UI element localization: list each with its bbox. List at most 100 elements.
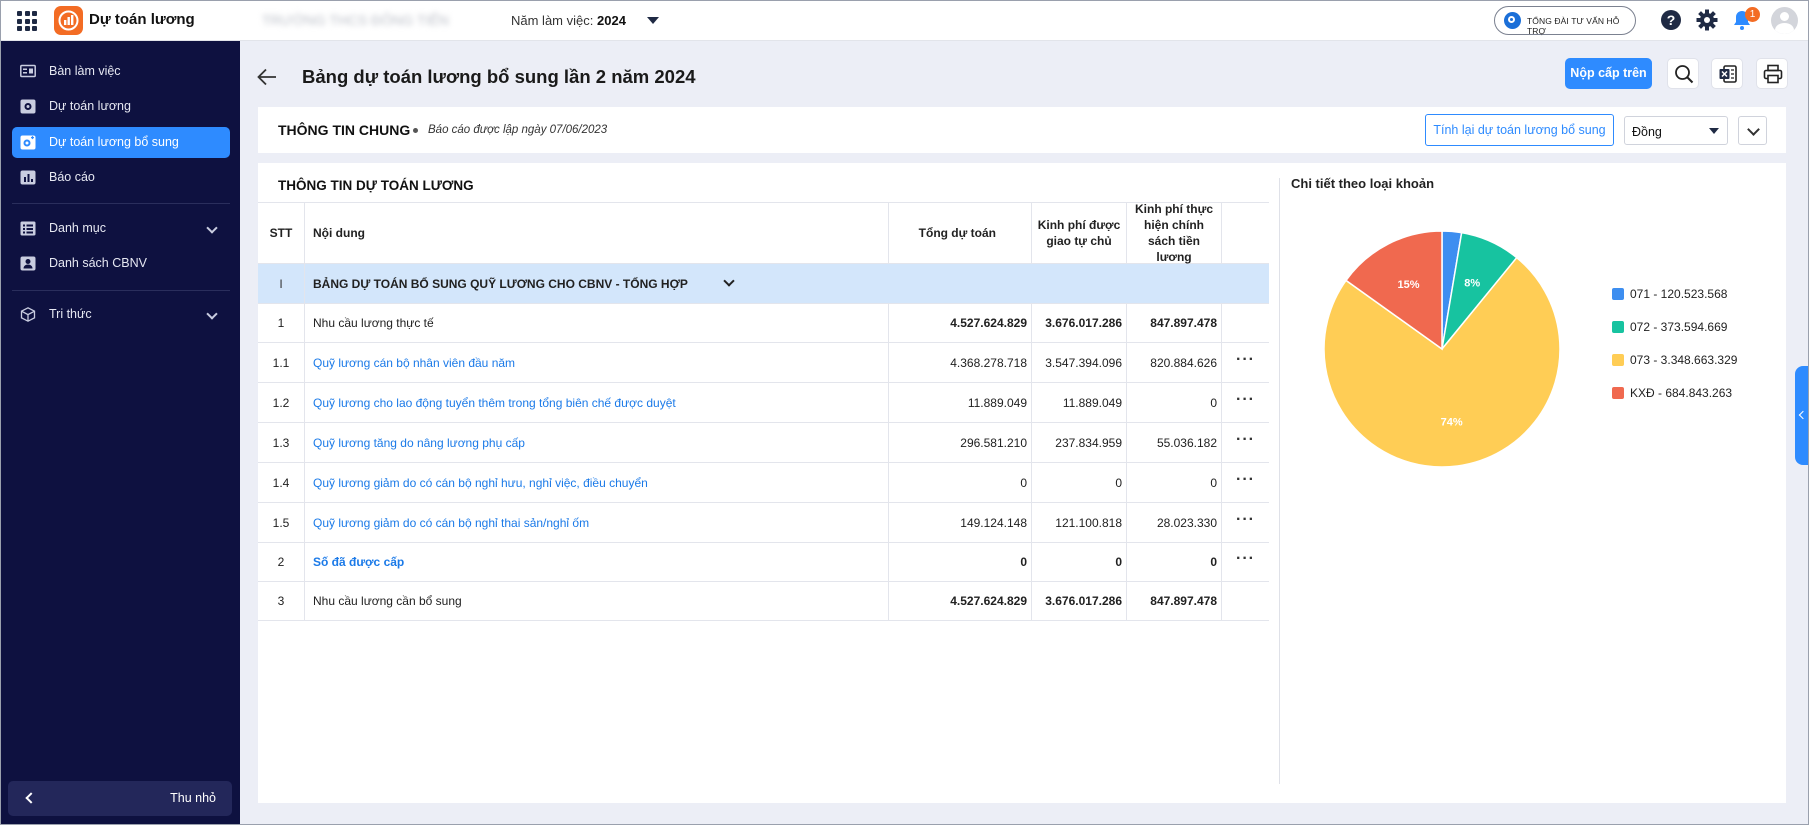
row-policy-funded: 0 [1127,463,1222,502]
table-row: 1.4 Quỹ lương giảm do có cán bộ nghỉ hưu… [258,463,1269,503]
sidebar-item-catalog[interactable]: Danh mục [12,213,230,244]
more-options-icon[interactable]: ··· [1236,471,1255,491]
app-logo-icon [54,6,83,35]
sidebar-item-staff[interactable]: Danh sách CBNV [12,248,230,279]
legend-label: 073 - 3.348.663.329 [1630,353,1738,367]
unit-select[interactable]: Đồng [1624,116,1728,145]
table-header-row: STT Nội dung Tổng dự toán Kinh phí được … [258,202,1269,264]
gear-icon[interactable] [1695,8,1719,32]
row-stt: 1 [258,304,305,342]
caret-down-icon[interactable] [647,17,659,24]
more-options-icon[interactable]: ··· [1236,551,1255,570]
pie-slice-label: 15% [1398,279,1420,291]
desk-icon [20,64,36,78]
row-actions [1222,304,1269,342]
knowledge-icon [20,307,36,322]
sidebar-item-label: Dự toán lương [49,99,131,113]
sidebar: Bàn làm việc Dự toán lương Dự toán lương… [0,41,240,825]
export-excel-button[interactable] [1711,58,1743,89]
row-stt: 1.5 [258,503,305,542]
printer-icon [1763,64,1783,84]
more-options-icon[interactable]: ··· [1236,391,1255,411]
row-actions-cell: ··· [1222,463,1269,502]
side-panel-toggle[interactable] [1795,366,1809,465]
row-policy-funded: 847.897.478 [1127,304,1222,342]
row-actions-cell: ··· [1222,423,1269,462]
recalculate-button[interactable]: Tính lại dự toán lương bổ sung [1425,114,1614,146]
submit-button[interactable]: Nộp cấp trên [1565,58,1652,89]
row-content-link[interactable]: Quỹ lương tăng do nâng lương phụ cấp [305,423,889,462]
chevron-left-icon [25,792,37,804]
sidebar-collapse-button[interactable]: Thu nhỏ [8,781,232,816]
search-icon [1675,65,1694,84]
support-icon [1504,12,1521,29]
top-bar: Dự toán lương TRƯỜNG THCS ĐÔNG TIẾN Năm … [0,0,1809,41]
organization-name: TRƯỜNG THCS ĐÔNG TIẾN [262,12,449,28]
separator-dot [413,128,418,133]
header-actions [1222,203,1269,263]
legend-label: 072 - 373.594.669 [1630,320,1728,334]
sidebar-item-desk[interactable]: Bàn làm việc [12,56,230,87]
legend-swatch [1612,321,1624,333]
row-self-funded: 3.547.394.096 [1032,343,1127,382]
row-actions [1222,582,1269,620]
search-button[interactable] [1667,58,1699,89]
header-stt: STT [258,203,305,263]
row-content-link[interactable]: Quỹ lương giảm do có cán bộ nghỉ thai sả… [305,503,889,542]
card-divider [1279,178,1280,784]
collapse-label: Thu nhỏ [170,791,216,805]
group-stt: I [258,264,305,303]
sidebar-item-report[interactable]: Báo cáo [12,162,230,193]
sidebar-divider [12,290,230,291]
row-total: 4.527.624.829 [889,304,1032,342]
general-info-title: THÔNG TIN CHUNG [278,122,411,138]
row-policy-funded: 55.036.182 [1127,423,1222,462]
row-total: 11.889.049 [889,383,1032,422]
avatar[interactable] [1771,7,1798,34]
year-select-value[interactable]: 2024 [597,13,626,28]
row-stt: 2 [258,543,305,581]
row-total: 0 [889,543,1032,581]
table-row: 1.5 Quỹ lương giảm do có cán bộ nghỉ tha… [258,503,1269,543]
table-row: 1.2 Quỹ lương cho lao động tuyển thêm tr… [258,383,1269,423]
hotline-button[interactable]: TỔNG ĐÀI TƯ VẤN HỖ TRỢ [1494,6,1636,36]
sidebar-item-knowledge[interactable]: Tri thức [12,299,230,330]
row-policy-funded: 820.884.626 [1127,343,1222,382]
print-button[interactable] [1756,58,1788,89]
row-content-link[interactable]: Quỹ lương giảm do có cán bộ nghỉ hưu, ng… [305,463,889,502]
table-row: 1 Nhu cầu lương thực tế 4.527.624.829 3.… [258,304,1269,343]
help-icon[interactable]: ? [1659,8,1683,32]
more-options-icon[interactable]: ··· [1236,511,1255,531]
row-content-link[interactable]: Quỹ lương cho lao động tuyển thêm trong … [305,383,889,422]
row-stt: 1.4 [258,463,305,502]
row-stt: 1.3 [258,423,305,462]
app-launcher-icon[interactable] [17,11,37,31]
sidebar-item-label: Danh mục [49,221,106,235]
chevron-down-icon [206,222,218,234]
sidebar-item-label: Danh sách CBNV [49,256,147,270]
sidebar-item-label: Báo cáo [49,170,95,184]
row-stt: 1.2 [258,383,305,422]
row-content-link[interactable]: Số đã được cấp [305,543,889,581]
row-stt: 1.1 [258,343,305,382]
more-options-icon[interactable]: ··· [1236,431,1255,451]
expand-info-button[interactable] [1738,116,1767,145]
row-self-funded: 3.676.017.286 [1032,304,1127,342]
sidebar-item-budget-supplement[interactable]: Dự toán lương bổ sung [12,127,230,158]
legend-swatch [1612,288,1624,300]
table-row: 1.3 Quỹ lương tăng do nâng lương phụ cấp… [258,423,1269,463]
row-content: Nhu cầu lương cần bổ sung [305,582,889,620]
pie-slice-label: 8% [1464,277,1480,289]
row-self-funded: 3.676.017.286 [1032,582,1127,620]
back-arrow-icon[interactable] [257,68,277,86]
hotline-label: TỔNG ĐÀI TƯ VẤN HỖ TRỢ [1527,16,1620,36]
row-actions-cell: ··· [1222,383,1269,422]
list-icon [20,221,36,236]
row-content-link[interactable]: Quỹ lương cán bộ nhân viên đầu năm [305,343,889,382]
row-policy-funded: 0 [1127,383,1222,422]
legend-swatch [1612,354,1624,366]
table-group-row[interactable]: I BẢNG DỰ TOÁN BỔ SUNG QUỸ LƯƠNG CHO CBN… [258,264,1269,304]
sidebar-item-budget[interactable]: Dự toán lương [12,91,230,122]
more-options-icon[interactable]: ··· [1236,351,1255,371]
row-self-funded: 0 [1032,463,1127,502]
